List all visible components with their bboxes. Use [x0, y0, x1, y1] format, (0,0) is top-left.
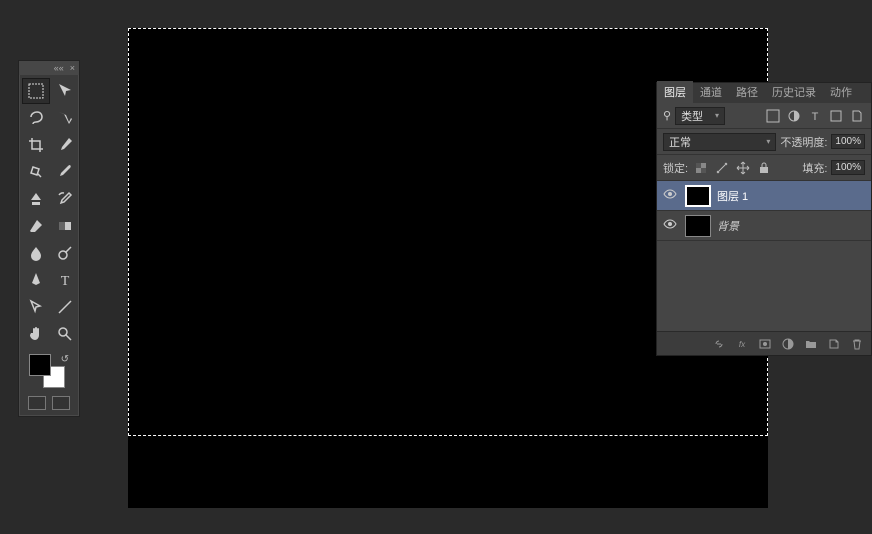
filter-type-select[interactable]: 类型▾ — [675, 107, 725, 125]
fx-icon[interactable]: fx — [733, 335, 750, 352]
clone-stamp-tool[interactable] — [22, 186, 50, 212]
visibility-icon[interactable] — [661, 187, 679, 204]
tab-channels[interactable]: 通道 — [693, 81, 729, 103]
svg-text:T: T — [811, 111, 818, 123]
layers-list: 图层 1 背景 — [657, 181, 871, 331]
marquee-tool[interactable] — [22, 78, 50, 104]
tab-layers[interactable]: 图层 — [657, 81, 693, 103]
zoom-tool[interactable] — [51, 321, 79, 347]
blend-mode-select[interactable]: 正常▾ — [663, 133, 776, 151]
visibility-icon[interactable] — [661, 217, 679, 234]
toolbox-panel: «« × T ↺ — [18, 60, 80, 417]
close-icon[interactable]: × — [70, 63, 75, 73]
smart-filter-icon[interactable] — [848, 107, 865, 124]
lasso-tool[interactable] — [22, 105, 50, 131]
trash-icon[interactable] — [848, 335, 865, 352]
eyedropper-tool[interactable] — [51, 132, 79, 158]
quickmask-icon[interactable] — [28, 396, 46, 410]
panel-footer: fx — [657, 331, 871, 355]
opacity-label: 不透明度: — [780, 134, 827, 150]
lock-move-icon[interactable] — [734, 159, 751, 176]
healing-brush-tool[interactable] — [22, 159, 50, 185]
hand-tool[interactable] — [22, 321, 50, 347]
brush-tool[interactable] — [51, 159, 79, 185]
folder-icon[interactable] — [802, 335, 819, 352]
lock-all-icon[interactable] — [755, 159, 772, 176]
tab-actions[interactable]: 动作 — [823, 81, 859, 103]
mask-icon[interactable] — [756, 335, 773, 352]
gradient-tool[interactable] — [51, 213, 79, 239]
path-select-tool[interactable] — [22, 294, 50, 320]
link-icon[interactable] — [710, 335, 727, 352]
adjustment-filter-icon[interactable] — [785, 107, 802, 124]
layer-name[interactable]: 图层 1 — [717, 188, 748, 204]
layer-thumbnail[interactable] — [685, 215, 711, 237]
svg-text:fx: fx — [738, 340, 745, 349]
layer-name[interactable]: 背景 — [717, 218, 739, 234]
crop-tool[interactable] — [22, 132, 50, 158]
eraser-tool[interactable] — [22, 213, 50, 239]
shape-filter-icon[interactable] — [827, 107, 844, 124]
lock-pixels-icon[interactable] — [692, 159, 709, 176]
adjustment-icon[interactable] — [779, 335, 796, 352]
pen-tool[interactable] — [22, 267, 50, 293]
panel-tabs: 图层 通道 路径 历史记录 动作 — [657, 83, 871, 103]
tab-history[interactable]: 历史记录 — [765, 81, 823, 103]
quick-select-tool[interactable] — [51, 105, 79, 131]
layer-row[interactable]: 背景 — [657, 211, 871, 241]
foreground-swatch[interactable] — [29, 354, 51, 376]
lock-label: 锁定: — [663, 160, 688, 176]
swap-colors-icon[interactable]: ↺ — [61, 354, 69, 365]
dodge-tool[interactable] — [51, 240, 79, 266]
blur-tool[interactable] — [22, 240, 50, 266]
new-layer-icon[interactable] — [825, 335, 842, 352]
screenmode-icon[interactable] — [52, 396, 70, 410]
line-tool[interactable] — [51, 294, 79, 320]
move-tool[interactable] — [51, 78, 79, 104]
color-swatches: ↺ — [27, 354, 71, 390]
collapse-icon[interactable]: «« — [54, 63, 64, 73]
filter-row: ⚲ 类型▾ T — [657, 103, 871, 129]
blend-row: 正常▾ 不透明度: 100% — [657, 129, 871, 155]
fill-label: 填充: — [802, 160, 827, 176]
lock-position-icon[interactable] — [713, 159, 730, 176]
lock-row: 锁定: 填充: 100% — [657, 155, 871, 181]
svg-text:T: T — [61, 274, 70, 289]
layers-panel: 图层 通道 路径 历史记录 动作 ⚲ 类型▾ T 正常▾ 不透明度: 100% … — [656, 82, 872, 356]
screen-mode-group — [19, 392, 79, 410]
history-brush-tool[interactable] — [51, 186, 79, 212]
type-filter-icon[interactable]: T — [806, 107, 823, 124]
tab-paths[interactable]: 路径 — [729, 81, 765, 103]
fill-value[interactable]: 100% — [831, 160, 865, 175]
layer-row[interactable]: 图层 1 — [657, 181, 871, 211]
type-tool[interactable]: T — [51, 267, 79, 293]
toolbox-header: «« × — [19, 61, 79, 75]
opacity-value[interactable]: 100% — [831, 134, 865, 149]
tool-grid: T — [19, 75, 79, 350]
layer-thumbnail[interactable] — [685, 185, 711, 207]
image-filter-icon[interactable] — [764, 107, 781, 124]
